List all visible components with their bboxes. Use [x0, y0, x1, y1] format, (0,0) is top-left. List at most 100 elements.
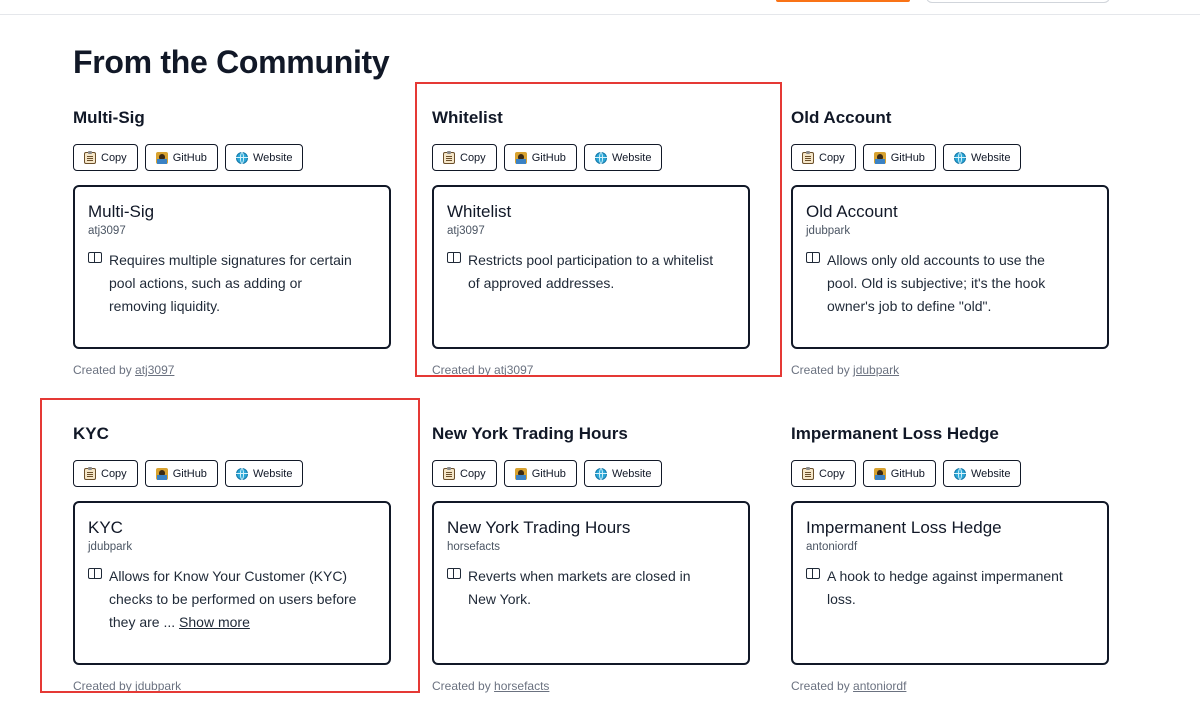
card-title: Old Account — [791, 108, 892, 127]
hook-preview-box: Multi-Sig atj3097 Requires multiple sign… — [73, 185, 391, 349]
copy-button[interactable]: Copy — [791, 144, 856, 171]
hook-author: antoniordf — [806, 541, 858, 553]
book-icon — [447, 252, 461, 263]
created-by: Created by antoniordf — [791, 679, 1113, 693]
created-prefix: Created by — [791, 363, 850, 377]
globe-icon — [953, 151, 966, 164]
copy-label: Copy — [460, 151, 486, 164]
card-title: Multi-Sig — [73, 108, 145, 127]
github-avatar-icon — [873, 151, 886, 164]
created-prefix: Created by — [73, 679, 132, 693]
creator-link[interactable]: horsefacts — [494, 679, 549, 693]
copy-label: Copy — [819, 151, 845, 164]
website-label: Website — [970, 151, 1011, 164]
book-icon — [88, 252, 102, 263]
hook-name: Impermanent Loss Hedge — [806, 518, 1002, 537]
card-title: Impermanent Loss Hedge — [791, 424, 999, 443]
created-prefix: Created by — [791, 679, 850, 693]
github-label: GitHub — [531, 151, 566, 164]
creator-link[interactable]: antoniordf — [853, 679, 906, 693]
github-label: GitHub — [531, 467, 566, 480]
hook-description: Restricts pool participation to a whitel… — [447, 249, 736, 295]
creator-link[interactable]: atj3097 — [135, 363, 174, 377]
hook-card-old-account: Old Account Copy GitHub Website Old Acco… — [791, 108, 1113, 377]
creator-link[interactable]: jdubpark — [135, 679, 181, 693]
clipboard-icon — [443, 466, 455, 480]
copy-button[interactable]: Copy — [432, 460, 497, 487]
hook-name: New York Trading Hours — [447, 518, 631, 537]
website-label: Website — [970, 467, 1011, 480]
clipboard-icon — [443, 150, 455, 164]
description-text: Requires multiple signatures for certain… — [109, 252, 352, 314]
copy-button[interactable]: Copy — [73, 144, 138, 171]
github-button[interactable]: GitHub — [503, 144, 577, 171]
hook-description: Allows only old accounts to use the pool… — [806, 249, 1095, 318]
hook-description: Reverts when markets are closed in New Y… — [447, 565, 736, 611]
github-button[interactable]: GitHub — [862, 144, 936, 171]
github-button[interactable]: GitHub — [144, 144, 218, 171]
globe-icon — [594, 467, 607, 480]
clipboard-icon — [84, 466, 96, 480]
hook-description: A hook to hedge against impermanent loss… — [806, 565, 1095, 611]
globe-icon — [235, 467, 248, 480]
book-icon — [806, 568, 820, 579]
card-actions: Copy GitHub Website — [432, 460, 754, 489]
top-bar — [0, 0, 1200, 15]
copy-label: Copy — [101, 467, 127, 480]
hook-preview-box: Old Account jdubpark Allows only old acc… — [791, 185, 1109, 349]
website-button[interactable]: Website — [583, 460, 663, 487]
github-label: GitHub — [890, 467, 925, 480]
card-title: New York Trading Hours — [432, 424, 628, 443]
globe-icon — [953, 467, 966, 480]
website-button[interactable]: Website — [224, 144, 304, 171]
hook-card-multi-sig: Multi-Sig Copy GitHub Website Multi-Sig … — [73, 108, 395, 377]
website-button[interactable]: Website — [942, 144, 1022, 171]
hook-author: jdubpark — [88, 541, 133, 553]
created-by: Created by jdubpark — [73, 679, 395, 693]
hook-preview-box: Whitelist atj3097 Restricts pool partici… — [432, 185, 750, 349]
created-by: Created by atj3097 — [73, 363, 395, 377]
globe-icon — [235, 151, 248, 164]
created-by: Created by horsefacts — [432, 679, 754, 693]
website-button[interactable]: Website — [942, 460, 1022, 487]
creator-link[interactable]: jdubpark — [853, 363, 899, 377]
website-label: Website — [252, 151, 293, 164]
copy-label: Copy — [101, 151, 127, 164]
top-search-input[interactable] — [926, 0, 1110, 3]
created-by: Created by jdubpark — [791, 363, 1113, 377]
copy-label: Copy — [460, 467, 486, 480]
website-button[interactable]: Website — [224, 460, 304, 487]
hook-author: atj3097 — [447, 225, 485, 237]
top-accent-button[interactable] — [776, 0, 910, 2]
globe-icon — [594, 151, 607, 164]
created-prefix: Created by — [73, 363, 132, 377]
book-icon — [447, 568, 461, 579]
github-label: GitHub — [172, 151, 207, 164]
copy-button[interactable]: Copy — [73, 460, 138, 487]
creator-link[interactable]: atj3097 — [494, 363, 533, 377]
hook-card-whitelist: Whitelist Copy GitHub Website Whitelist … — [432, 108, 754, 377]
description-text: A hook to hedge against impermanent loss… — [827, 568, 1063, 607]
card-actions: Copy GitHub Website — [73, 144, 395, 173]
website-button[interactable]: Website — [583, 144, 663, 171]
hook-preview-box: Impermanent Loss Hedge antoniordf A hook… — [791, 501, 1109, 665]
hook-author: jdubpark — [806, 225, 851, 237]
show-more-link[interactable]: Show more — [179, 614, 250, 630]
hook-preview-box: KYC jdubpark Allows for Know Your Custom… — [73, 501, 391, 665]
github-avatar-icon — [155, 151, 168, 164]
hook-preview-box: New York Trading Hours horsefacts Revert… — [432, 501, 750, 665]
card-actions: Copy GitHub Website — [73, 460, 395, 489]
github-avatar-icon — [514, 467, 527, 480]
page-title: From the Community — [73, 44, 390, 80]
github-button[interactable]: GitHub — [144, 460, 218, 487]
github-label: GitHub — [890, 151, 925, 164]
website-label: Website — [252, 467, 293, 480]
github-button[interactable]: GitHub — [503, 460, 577, 487]
hook-author: atj3097 — [88, 225, 126, 237]
copy-button[interactable]: Copy — [791, 460, 856, 487]
copy-button[interactable]: Copy — [432, 144, 497, 171]
description-text: Allows only old accounts to use the pool… — [827, 252, 1046, 314]
github-button[interactable]: GitHub — [862, 460, 936, 487]
card-actions: Copy GitHub Website — [791, 460, 1113, 489]
hook-name: Whitelist — [447, 202, 512, 221]
